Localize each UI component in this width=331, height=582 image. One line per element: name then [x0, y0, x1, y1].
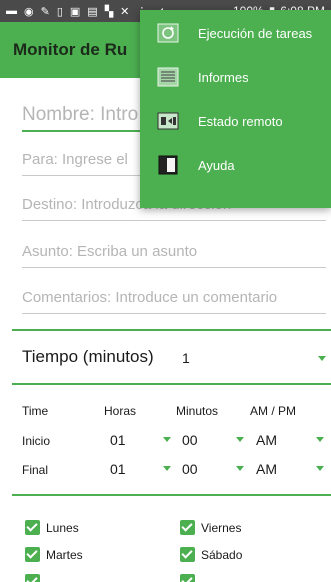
- wrench-icon: ✎: [40, 5, 50, 18]
- checkbox-checked-icon: [25, 547, 40, 562]
- asunto-underline: [22, 267, 326, 268]
- final-minutos-spinner[interactable]: 00: [182, 461, 198, 477]
- header-ampm: AM / PM: [250, 404, 297, 418]
- remote-icon: [157, 112, 179, 130]
- final-horas-spinner[interactable]: 01: [110, 461, 126, 477]
- menu-label: Ayuda: [198, 157, 235, 173]
- section-divider: [12, 329, 331, 331]
- inicio-horas-dropdown-icon[interactable]: [163, 437, 171, 442]
- app-title: Monitor de Ru: [13, 40, 128, 59]
- destino-underline: [22, 220, 326, 221]
- inicio-label: Inicio: [22, 434, 51, 448]
- para-placeholder: Para: Ingrese el: [22, 151, 128, 168]
- checkbox-partial-right[interactable]: [180, 574, 195, 582]
- overflow-menu: Ejecución de tareas Informes Estado remo…: [140, 10, 331, 208]
- refresh-icon: [157, 23, 179, 43]
- inicio-horas-spinner[interactable]: 01: [110, 432, 126, 448]
- header-minutos: Minutos: [176, 404, 219, 418]
- sabado-label: Sábado: [201, 547, 243, 562]
- final-label: Final: [22, 463, 49, 477]
- cast-icon: ▚: [104, 5, 114, 18]
- checkbox-viernes[interactable]: Viernes: [180, 520, 241, 535]
- tiempo-label: Tiempo (minutos): [22, 347, 154, 366]
- checkbox-sabado[interactable]: Sábado: [180, 547, 242, 562]
- location-icon: ◉: [24, 5, 34, 18]
- inicio-minutos-dropdown-icon[interactable]: [236, 437, 244, 442]
- inicio-ampm-spinner[interactable]: AM: [256, 432, 277, 448]
- checkbox-martes[interactable]: Martes: [25, 547, 83, 562]
- nombre-placeholder: Nombre: Intro: [22, 104, 139, 125]
- menu-item-estado-remoto[interactable]: Estado remoto: [140, 101, 331, 141]
- menu-item-ayuda[interactable]: Ayuda: [140, 145, 331, 185]
- checkbox-partial-left[interactable]: [25, 574, 40, 582]
- menu-item-ejecucion-tareas[interactable]: Ejecución de tareas: [140, 13, 331, 53]
- image-icon: ▣: [69, 5, 81, 18]
- list-icon: [157, 67, 179, 87]
- mute-icon: ✕: [120, 5, 130, 18]
- checkbox-lunes[interactable]: Lunes: [25, 520, 79, 535]
- checkbox-checked-icon: [25, 520, 40, 535]
- message-icon: ▬: [6, 5, 17, 17]
- asunto-input[interactable]: Asunto: Escriba un asunto: [22, 243, 326, 268]
- header-time: Time: [22, 404, 49, 418]
- tiempo-spinner[interactable]: 1: [182, 350, 190, 366]
- lunes-label: Lunes: [46, 520, 79, 535]
- checkbox-checked-icon: [180, 574, 195, 582]
- menu-label: Ejecución de tareas: [198, 25, 313, 41]
- inicio-ampm-dropdown-icon[interactable]: [316, 437, 324, 442]
- header-horas: Horas: [104, 404, 137, 418]
- checkbox-checked-icon: [180, 547, 195, 562]
- final-horas-dropdown-icon[interactable]: [163, 466, 171, 471]
- comentarios-placeholder: Comentarios: Introduce un comentario: [22, 289, 278, 306]
- comentarios-input[interactable]: Comentarios: Introduce un comentario: [22, 289, 326, 314]
- checkbox-checked-icon: [25, 574, 40, 582]
- inicio-minutos-spinner[interactable]: 00: [182, 432, 198, 448]
- tiempo-dropdown-icon[interactable]: [318, 356, 326, 361]
- keyboard-icon: ▤: [87, 5, 98, 18]
- final-ampm-dropdown-icon[interactable]: [316, 466, 324, 471]
- phone-icon: ▯: [56, 5, 63, 18]
- help-book-icon: [158, 155, 178, 175]
- asunto-placeholder: Asunto: Escriba un asunto: [22, 243, 198, 260]
- menu-label: Estado remoto: [198, 113, 283, 129]
- menu-label: Informes: [198, 69, 249, 85]
- viernes-label: Viernes: [201, 520, 242, 535]
- section-divider: [12, 494, 331, 496]
- menu-item-informes[interactable]: Informes: [140, 57, 331, 97]
- checkbox-checked-icon: [180, 520, 195, 535]
- comentarios-underline: [22, 313, 326, 314]
- section-divider: [12, 383, 331, 385]
- final-minutos-dropdown-icon[interactable]: [236, 466, 244, 471]
- final-ampm-spinner[interactable]: AM: [256, 461, 277, 477]
- martes-label: Martes: [46, 547, 83, 562]
